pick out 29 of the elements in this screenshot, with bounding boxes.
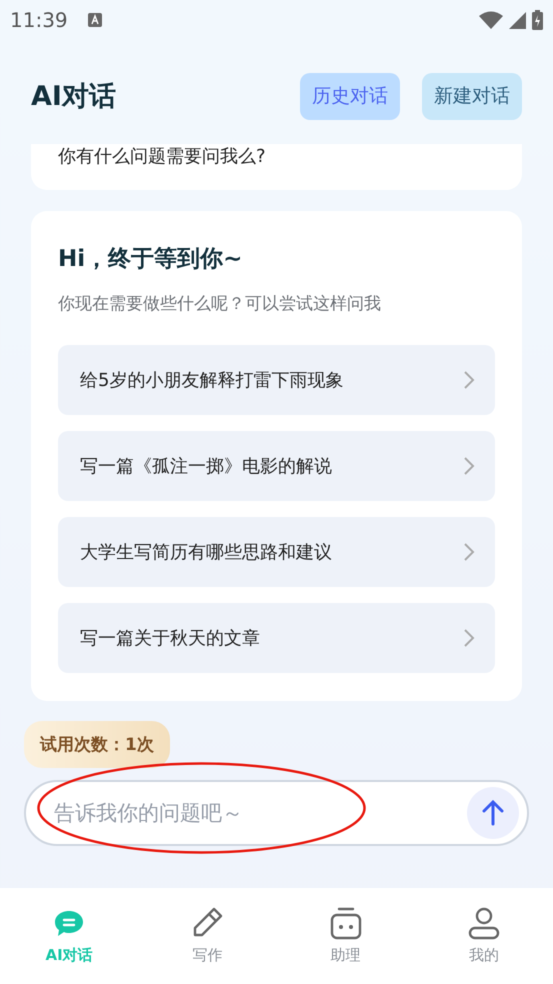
suggestion-item[interactable]: 写一篇关于秋天的文章 xyxy=(58,603,495,673)
send-button[interactable] xyxy=(467,787,519,839)
nav-tab[interactable]: 助理 xyxy=(276,888,415,984)
suggestion-item[interactable]: 写一篇《孤注一掷》电影的解说 xyxy=(58,431,495,501)
wifi-icon xyxy=(479,11,503,29)
chevron-icon xyxy=(463,456,475,476)
history-button[interactable]: 历史对话 xyxy=(300,72,400,120)
signal-icon xyxy=(509,12,526,28)
battery-icon xyxy=(532,10,543,30)
person-icon xyxy=(466,906,501,940)
welcome-subtitle: 你现在需要做些什么呢？可以尝试这样问我 xyxy=(58,293,382,315)
new-chat-button[interactable]: 新建对话 xyxy=(422,72,522,120)
question-input-field[interactable]: 告诉我你的问题吧～ xyxy=(52,800,467,826)
up-arrow-icon xyxy=(482,800,504,826)
nav-tab[interactable]: 我的 xyxy=(414,888,553,984)
chevron-icon xyxy=(463,628,475,648)
status-time: 11:39 xyxy=(10,8,68,32)
input-bar[interactable]: 告诉我你的问题吧～ xyxy=(24,780,529,846)
suggestion-item[interactable]: 给5岁的小朋友解释打雷下雨现象 xyxy=(58,345,495,415)
trial-count-badge: 试用次数：1次 xyxy=(24,721,170,768)
suggestion-item[interactable]: 大学生写简历有哪些思路和建议 xyxy=(58,517,495,587)
chevron-icon xyxy=(463,542,475,562)
nav-tab[interactable]: 写作 xyxy=(138,888,276,984)
robot-icon xyxy=(328,906,363,940)
welcome-title: Hi，终于等到你~ xyxy=(58,245,244,274)
keyboard-notification-icon xyxy=(88,13,102,27)
page-title: AI对话 xyxy=(31,80,116,114)
chevron-icon xyxy=(463,370,475,390)
message-text: 你有什么问题需要问我么? xyxy=(58,146,266,167)
